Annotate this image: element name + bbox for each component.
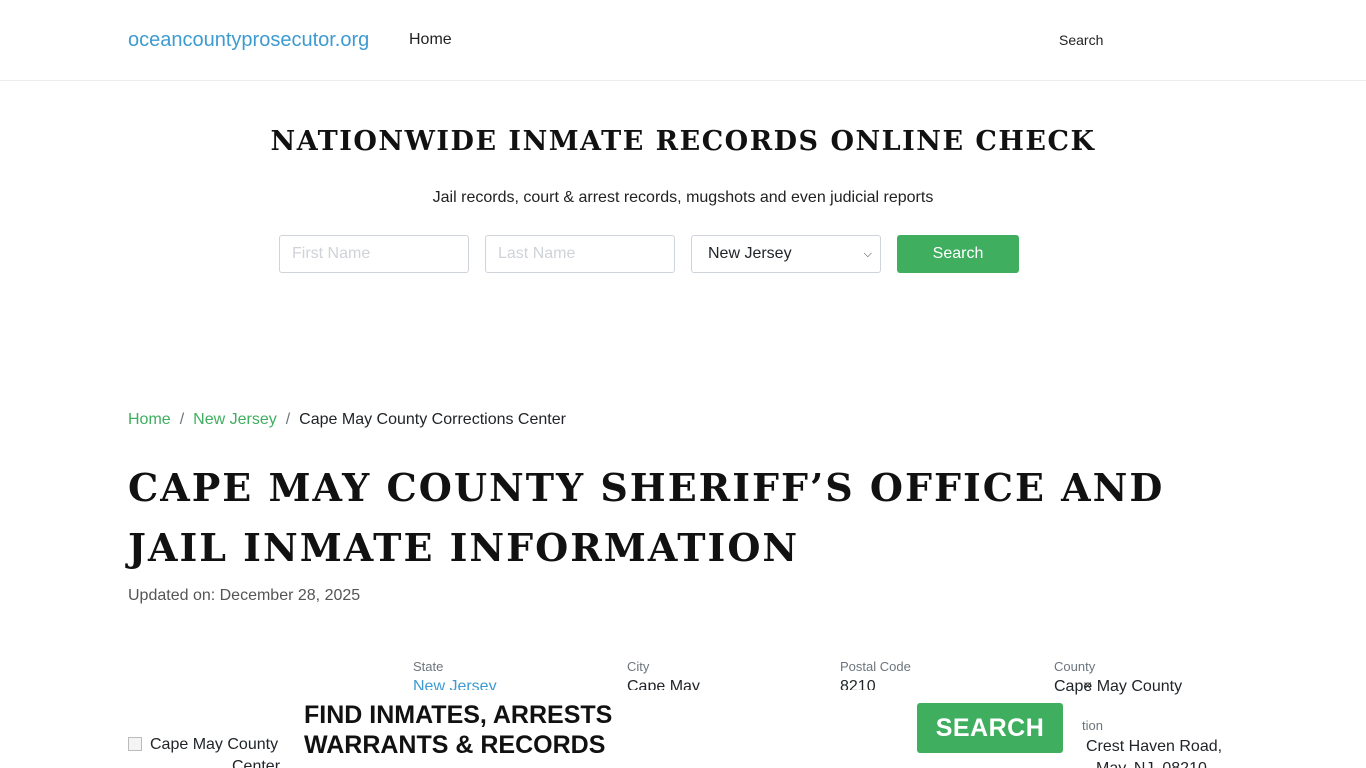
chevron-down-icon: ⌵ — [863, 247, 872, 260]
location-label: tion — [1082, 718, 1103, 733]
ad-headline-line1: FIND INMATES, ARRESTS — [304, 701, 613, 729]
updated-date: Updated on: December 28, 2025 — [128, 587, 361, 604]
first-name-input[interactable] — [279, 235, 469, 273]
top-navbar: oceancountyprosecutor.org Home Search — [0, 0, 1366, 81]
address-line-1: Crest Haven Road, — [1086, 738, 1223, 755]
ad-search-button[interactable]: SEARCH — [917, 703, 1063, 753]
county-value: Cape May County — [1054, 678, 1183, 695]
breadcrumb-separator: / — [285, 411, 291, 428]
address-line-2: May, NJ, 08210 — [1096, 760, 1207, 768]
facility-image-alt-line1: Cape May County — [150, 736, 279, 753]
breadcrumb-separator: / — [179, 411, 185, 428]
broken-image-icon — [128, 737, 142, 751]
hero-subtitle: Jail records, court & arrest records, mu… — [432, 189, 934, 206]
state-select-value: New Jersey — [708, 245, 792, 262]
city-value: Cape May — [627, 678, 700, 690]
city-label: City — [627, 659, 650, 674]
hero-search-button[interactable]: Search — [897, 235, 1019, 273]
ad-headline: FIND INMATES, ARRESTS WARRANTS & RECORDS — [304, 700, 612, 760]
breadcrumb-home-link[interactable]: Home — [128, 411, 171, 429]
sticky-ad-banner: FIND INMATES, ARRESTS WARRANTS & RECORDS… — [290, 697, 1080, 768]
close-icon[interactable]: × — [1083, 678, 1092, 696]
breadcrumb: Home / New Jersey / Cape May County Corr… — [128, 411, 566, 429]
ad-headline-line2: WARRANTS & RECORDS — [304, 731, 606, 759]
breadcrumb-state-link[interactable]: New Jersey — [193, 411, 277, 429]
state-select[interactable]: New Jersey ⌵ — [691, 235, 881, 273]
facility-image-alt-line2: Center — [232, 758, 281, 768]
nav-search-link[interactable]: Search — [1059, 32, 1103, 48]
page-title: CAPE MAY COUNTY SHERIFF’S OFFICE AND JAI… — [128, 465, 1165, 570]
breadcrumb-current: Cape May County Corrections Center — [299, 411, 566, 428]
facility-image: Cape May County Center — [128, 734, 288, 768]
postal-code-value: 8210 — [840, 678, 876, 690]
county-label: County — [1054, 659, 1096, 674]
hero-title: NATIONWIDE INMATE RECORDS ONLINE CHECK — [270, 126, 1096, 157]
state-value-link[interactable]: New Jersey — [413, 678, 497, 690]
state-label: State — [413, 659, 444, 674]
site-brand-link[interactable]: oceancountyprosecutor.org — [128, 29, 369, 52]
last-name-input[interactable] — [485, 235, 675, 273]
postal-code-label: Postal Code — [840, 659, 911, 674]
nav-home-link[interactable]: Home — [409, 31, 452, 49]
